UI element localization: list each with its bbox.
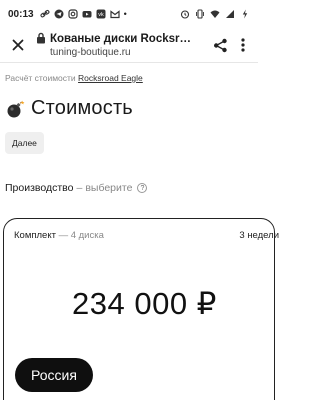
lock-icon <box>37 32 45 44</box>
country-button[interactable]: Россия <box>15 358 93 392</box>
page-title-heading: Стоимость <box>31 97 133 119</box>
price-card: Комплект — 4 диска 3 недели 234 000 ₽ Ро… <box>3 218 279 400</box>
vk-icon: vk <box>96 9 106 19</box>
address-area[interactable]: Кованые диски Rocksr… tuning-boutique.ru <box>50 33 204 58</box>
vibrate-icon <box>196 9 204 19</box>
set-detail: — 4 диска <box>58 230 104 241</box>
close-tab-button[interactable] <box>8 35 28 55</box>
share-icon <box>213 38 227 52</box>
more-menu-button[interactable] <box>236 35 250 55</box>
breadcrumb-link[interactable]: Rocksroad Eagle <box>78 73 143 83</box>
status-bar: 00:13 vk • <box>0 0 258 28</box>
breadcrumb-prefix: Расчёт стоимости <box>5 73 76 83</box>
telegram-icon <box>54 9 64 19</box>
youtube-icon <box>82 11 92 18</box>
price-value: 234 000 ₽ <box>72 286 217 321</box>
toolbar-divider <box>0 62 258 63</box>
page-url: tuning-boutique.ru <box>50 46 131 58</box>
set-info: Комплект — 4 диска <box>14 230 104 241</box>
wifi-icon <box>210 10 220 18</box>
card-header: Комплект — 4 диска 3 недели <box>4 219 279 241</box>
status-time: 00:13 <box>8 8 34 20</box>
production-placeholder[interactable]: выберите <box>85 182 132 194</box>
page-content: Расчёт стоимости Rocksroad Eagle Стоимос… <box>0 73 258 194</box>
next-button[interactable]: Далее <box>5 132 44 154</box>
more-vertical-icon <box>241 38 245 52</box>
link-icon <box>39 9 50 18</box>
notification-icons: vk • <box>39 9 127 19</box>
signal-icon <box>226 10 234 18</box>
page-title: Кованые диски Rocksr… <box>50 32 191 45</box>
browser-toolbar: Кованые диски Rocksr… tuning-boutique.ru <box>0 28 258 62</box>
battery-charging-icon <box>242 9 248 19</box>
share-button[interactable] <box>210 35 230 55</box>
more-notifications-icon: • <box>123 9 127 19</box>
gmail-icon <box>109 10 120 19</box>
close-icon <box>12 39 24 51</box>
production-separator: – <box>76 182 83 194</box>
breadcrumb: Расчёт стоимости Rocksroad Eagle <box>5 73 253 83</box>
set-label: Комплект <box>14 230 56 241</box>
production-label: Производство <box>5 182 74 194</box>
alarm-icon <box>180 10 190 19</box>
system-icons <box>180 9 250 19</box>
instagram-icon <box>67 9 78 19</box>
bomb-icon <box>7 100 25 117</box>
lead-time: 3 недели <box>239 230 279 241</box>
svg-text:vk: vk <box>98 12 104 18</box>
page-heading: Стоимость <box>5 97 253 120</box>
help-icon[interactable]: ? <box>137 183 148 193</box>
production-selector[interactable]: Производство – выберите ? <box>5 182 253 194</box>
